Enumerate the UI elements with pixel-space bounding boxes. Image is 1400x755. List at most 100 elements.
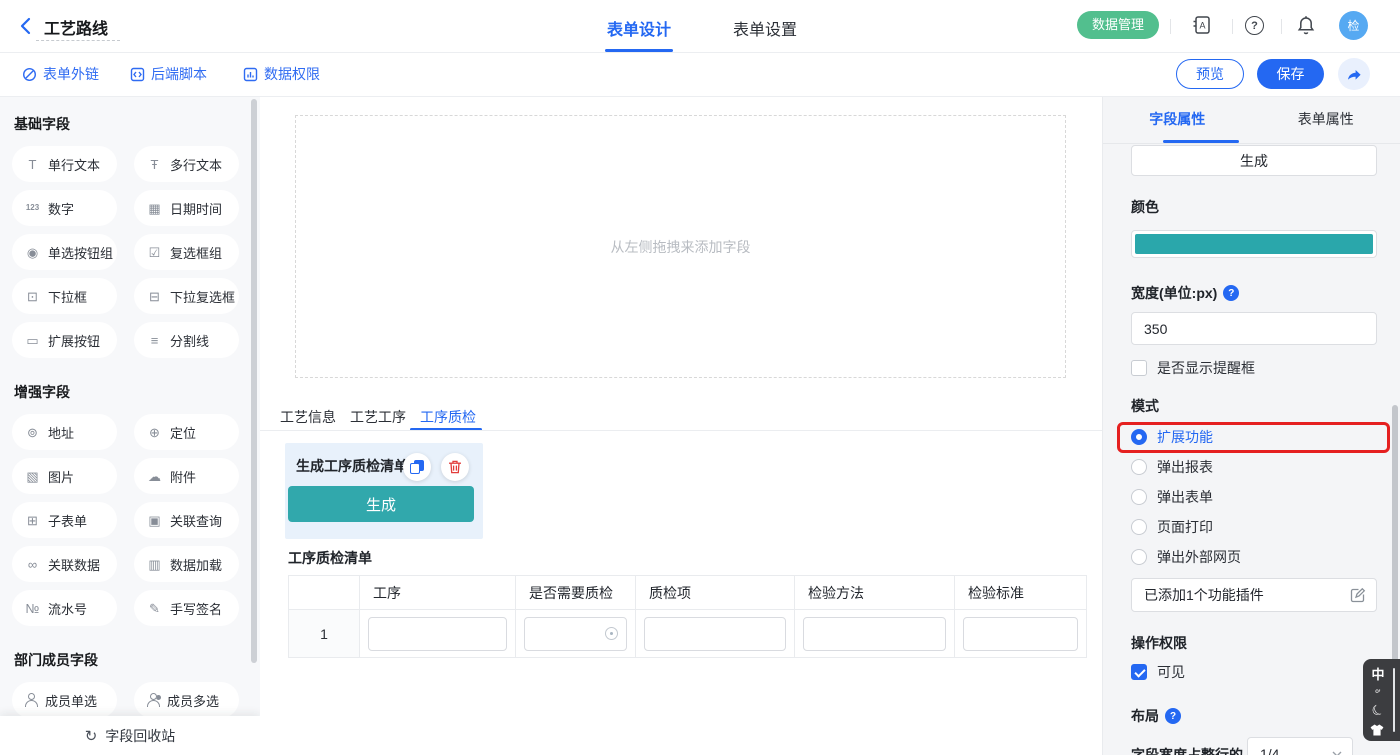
color-picker[interactable] [1131,230,1377,258]
plugin-summary-box[interactable]: 已添加1个功能插件 [1131,578,1377,612]
data-permission-link[interactable]: 数据权限 [243,52,320,96]
subform-icon: ⊞ [24,514,41,527]
field-item-member-multi[interactable]: 成员多选 [134,682,239,718]
script-icon [130,67,145,82]
row-width-select[interactable]: 1/4 [1247,737,1353,755]
field-item-image[interactable]: ▧图片 [12,458,117,494]
field-item-radio-group[interactable]: ◉单选按钮组 [12,234,117,270]
field-item-relate-query[interactable]: ▣关联查询 [134,502,239,538]
form-section-tabs: 工艺信息 工艺工序 工序质检 [280,407,476,427]
field-item-location[interactable]: ⊕定位 [134,414,239,450]
field-item-data-load[interactable]: ▥数据加载 [134,546,239,582]
tab-field-properties[interactable]: 字段属性 [1103,96,1252,143]
back-icon[interactable] [16,15,38,37]
tab-process-steps[interactable]: 工艺工序 [350,407,406,427]
save-button[interactable]: 保存 [1257,59,1324,89]
visible-checkbox-row[interactable]: 可见 [1131,662,1185,682]
attachment-icon: ☁ [146,470,163,483]
row-width-value: 1/4 [1260,746,1279,755]
user-avatar[interactable]: 检 [1339,11,1368,40]
ime-statusbar[interactable]: 中 º’ ☾ [1363,659,1400,741]
section-title-member-fields: 部门成员字段 [14,650,248,670]
method-input[interactable] [803,617,946,651]
serial-number-icon: № [24,602,41,615]
preview-button[interactable]: 预览 [1176,59,1244,89]
field-item-checkbox-group[interactable]: ☑复选框组 [134,234,239,270]
number-icon: 123 [24,204,41,212]
tab-process-info[interactable]: 工艺信息 [280,407,336,427]
field-item-signature[interactable]: ✎手写签名 [134,590,239,626]
edit-icon[interactable] [1350,587,1366,603]
data-manage-button[interactable]: 数据管理 [1077,11,1159,39]
panel-scrollbar[interactable] [1392,405,1398,676]
backend-script-link[interactable]: 后端脚本 [130,52,207,96]
form-external-link[interactable]: 表单外链 [22,52,99,96]
color-label: 颜色 [1131,197,1159,217]
radio-icon[interactable] [1131,489,1147,505]
field-item-serial[interactable]: №流水号 [12,590,117,626]
step-input[interactable] [368,617,507,651]
field-item-attachment[interactable]: ☁附件 [134,458,239,494]
tab-form-design[interactable]: 表单设计 [607,16,671,40]
page-title[interactable]: 工艺路线 [44,15,108,39]
divider-icon: ≡ [146,334,163,347]
radio-select-icon [605,627,618,640]
field-item-multi-text[interactable]: Ŧ多行文本 [134,146,239,182]
check-item-input[interactable] [644,617,786,651]
need-check-select[interactable] [524,617,627,651]
col-header-check-item: 质检项 [635,576,794,609]
ime-punctuation-icon[interactable]: º’ [1370,688,1386,698]
moon-icon[interactable]: ☾ [1367,700,1389,723]
field-item-multi-select[interactable]: ⊟下拉复选框 [134,278,239,314]
sidebar-scrollbar[interactable] [251,99,257,663]
visible-checkbox[interactable] [1131,664,1147,680]
section-title-basic-fields: 基础字段 [14,114,248,134]
copy-field-button[interactable] [403,453,431,481]
mode-option-page-print[interactable]: 页面打印 [1131,517,1213,537]
contacts-book-icon[interactable]: A [1191,14,1213,36]
share-button[interactable] [1338,58,1370,90]
radio-selected-icon[interactable] [1131,429,1147,445]
help-icon[interactable] [1245,16,1264,35]
notification-bell-icon[interactable] [1295,14,1317,36]
field-item-divider[interactable]: ≡分割线 [134,322,239,358]
tab-form-settings[interactable]: 表单设置 [733,16,797,40]
signature-icon: ✎ [146,602,163,615]
shirt-skin-icon[interactable] [1370,724,1386,736]
width-help-icon[interactable] [1223,285,1239,301]
tool-link-label: 表单外链 [43,64,99,84]
reminder-checkbox[interactable] [1131,360,1147,376]
radio-icon[interactable] [1131,549,1147,565]
field-item-relate-data[interactable]: ∞关联数据 [12,546,117,582]
drop-zone[interactable]: 从左侧拖拽来添加字段 [295,115,1066,378]
mode-option-external-webpage[interactable]: 弹出外部网页 [1131,547,1241,567]
standard-input[interactable] [963,617,1078,651]
field-item-datetime[interactable]: ▦日期时间 [134,190,239,226]
selected-field-card[interactable]: 生成工序质检清单 生成 [285,443,483,539]
generate-button-preview[interactable]: 生成 [288,486,474,522]
field-button-preview[interactable]: 生成 [1131,145,1377,176]
delete-field-button[interactable] [441,453,469,481]
layout-label-row: 布局 [1131,706,1181,726]
reminder-checkbox-row[interactable]: 是否显示提醒框 [1131,358,1255,378]
radio-icon[interactable] [1131,459,1147,475]
address-icon: ⊚ [24,426,41,439]
tab-step-quality-check[interactable]: 工序质检 [420,407,476,427]
ime-language-indicator[interactable]: 中 [1370,664,1386,683]
reminder-label: 是否显示提醒框 [1157,358,1255,378]
field-item-member-single[interactable]: 成员单选 [12,682,117,718]
field-item-select[interactable]: ⊡下拉框 [12,278,117,314]
mode-option-popup-report[interactable]: 弹出报表 [1131,457,1213,477]
field-recycle-bin[interactable]: ↻ 字段回收站 [0,716,260,755]
width-input[interactable] [1131,312,1377,345]
field-item-extend-button[interactable]: ▭扩展按钮 [12,322,117,358]
tab-form-properties[interactable]: 表单属性 [1252,96,1400,143]
mode-option-popup-form[interactable]: 弹出表单 [1131,487,1213,507]
layout-help-icon[interactable] [1165,708,1181,724]
field-item-single-text[interactable]: T单行文本 [12,146,117,182]
field-item-address[interactable]: ⊚地址 [12,414,117,450]
mode-option-extend-function[interactable]: 扩展功能 [1131,427,1213,447]
field-item-number[interactable]: 123数字 [12,190,117,226]
radio-icon[interactable] [1131,519,1147,535]
field-item-subform[interactable]: ⊞子表单 [12,502,117,538]
